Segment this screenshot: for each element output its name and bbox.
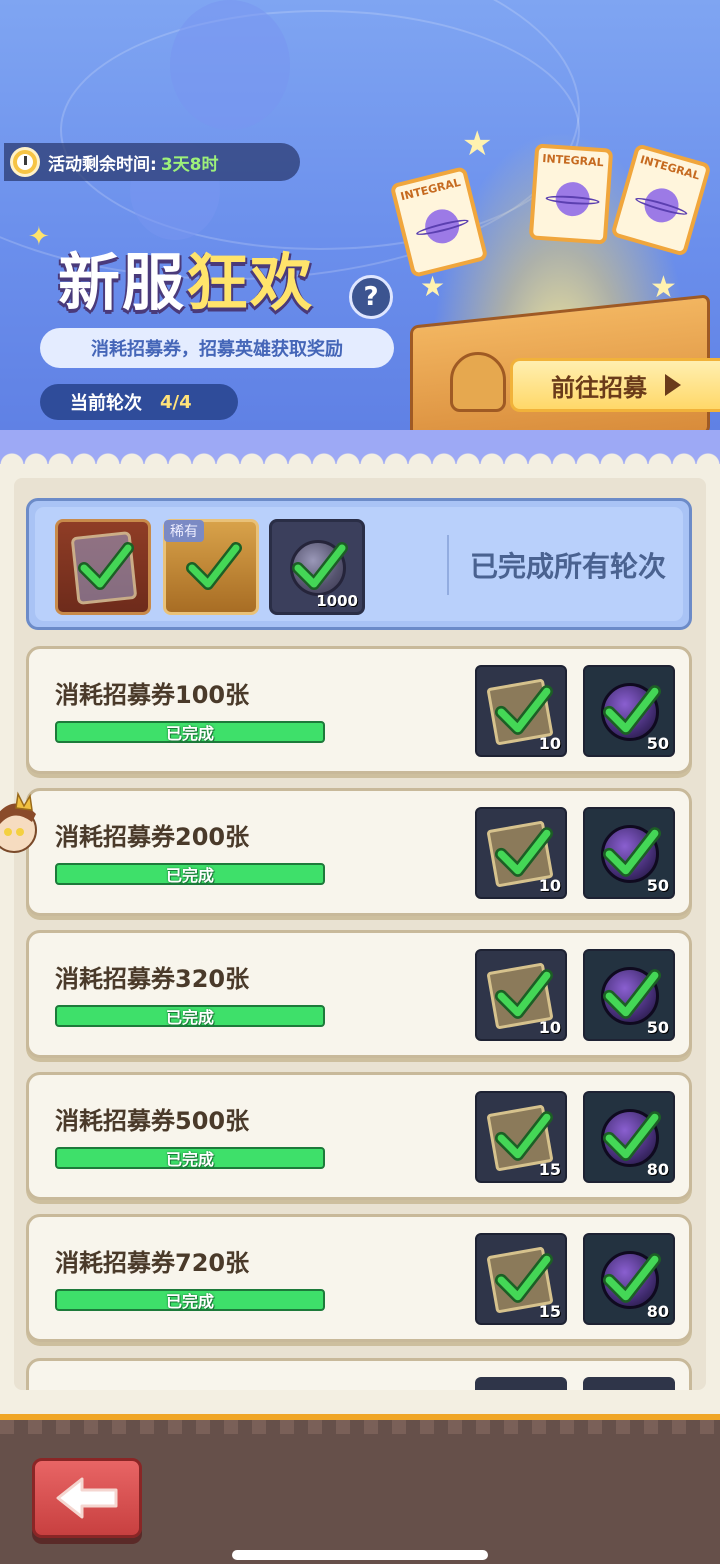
ticket-tag: INTEGRAL [399,175,462,204]
home-indicator[interactable] [232,1550,488,1560]
task-progress-bar: 已完成 [55,721,325,743]
coin-reward[interactable]: 1000 [269,519,365,615]
task-name: 消耗招募券320张 [55,965,250,993]
coin-reward[interactable]: 50 [583,949,675,1041]
coin-reward-count: 80 [646,1160,669,1179]
timer-label: 活动剩余时间: [48,154,157,175]
task-card-partial [26,1358,692,1390]
check-icon [495,685,553,735]
task-card: 消耗招募券200张已完成 10 50 [26,788,692,916]
event-subtitle: 消耗招募券，招募英雄获取奖励 [40,328,394,368]
balloon-decoration [170,0,290,130]
scallop-divider [0,430,720,465]
ticket-reward[interactable]: 10 [475,665,567,757]
task-progress-bar: 已完成 [55,1005,325,1027]
coin-reward[interactable]: 80 [583,1091,675,1183]
task-card: 消耗招募券100张已完成 10 50 [26,646,692,774]
ticket-tag: INTEGRAL [638,153,702,183]
goto-recruit-label: 前往招募 [551,373,647,402]
check-icon [603,827,661,877]
back-arrow-icon [56,1477,118,1519]
clock-icon [10,147,40,177]
check-icon [78,542,134,590]
round-summary-card: 稀有 1000 已完成所有轮次 [26,498,692,630]
play-triangle-icon [665,374,681,396]
task-card: 消耗招募券320张已完成 10 50 [26,930,692,1058]
task-panel[interactable]: 稀有 1000 已完成所有轮次 消耗招募券100张 已完成 10 50 消耗招募券200… [14,478,706,1390]
task-card: 消耗招募券500张已完成 15 80 [26,1072,692,1200]
coin-reward[interactable]: 80 [583,1233,675,1325]
help-icon[interactable]: ? [349,275,393,319]
ticket-reward-count: 10 [538,876,561,895]
star-icon: ★ [462,124,493,164]
bottom-bar [0,1414,720,1564]
event-timer: 活动剩余时间: 3天8时 [4,143,300,181]
goto-recruit-button[interactable]: 前往招募 [510,358,720,412]
event-title-part1: 新服 [58,246,187,319]
assistant-avatar[interactable] [0,786,44,864]
ticket-reward[interactable]: 15 [475,1233,567,1325]
check-icon [603,685,661,735]
round-label: 当前轮次 [70,393,142,414]
back-button[interactable] [32,1458,142,1538]
sparkle-icon: ✦ [28,222,50,252]
task-progress-bar: 已完成 [55,1289,325,1311]
check-icon [495,827,553,877]
ticket-reward[interactable]: 15 [475,1091,567,1183]
check-icon [603,1111,661,1161]
check-icon [603,1253,661,1303]
round-value: 4/4 [160,391,192,413]
coin-reward-count: 50 [646,734,669,753]
ticket-tag: INTEGRAL [541,151,605,170]
ticket-reward[interactable]: 10 [475,807,567,899]
ticket-reward-count: 15 [538,1160,561,1179]
check-icon [495,969,553,1019]
coin-reward-count: 80 [646,1302,669,1321]
integral-ticket-icon: INTEGRAL [528,143,614,245]
event-banner: 活动剩余时间: 3天8时 ✦ 新服狂欢 ? 消耗招募券，招募英雄获取奖励 当前轮… [0,0,720,440]
coin-reward-count: 50 [646,1018,669,1037]
task-name: 消耗招募券100张 [55,681,250,709]
ticket-reward[interactable]: 10 [475,949,567,1041]
reward-slot [583,1377,675,1390]
ticket-reward-count: 10 [538,734,561,753]
check-icon [495,1111,553,1161]
event-title-part2: 狂欢 [186,246,315,319]
check-icon [186,542,242,590]
task-progress-bar: 已完成 [55,863,325,885]
event-title: 新服狂欢 [58,232,314,322]
reward-slot [475,1377,567,1390]
ticket-reward-count: 10 [538,1018,561,1037]
all-rounds-complete-label: 已完成所有轮次 [447,535,687,595]
coin-count: 1000 [316,592,358,610]
task-name: 消耗招募券200张 [55,823,250,851]
coin-reward[interactable]: 50 [583,665,675,757]
ticket-reward-count: 15 [538,1302,561,1321]
coin-reward-count: 50 [646,876,669,895]
task-name: 消耗招募券720张 [55,1249,250,1277]
coin-reward[interactable]: 50 [583,807,675,899]
current-round: 当前轮次 4/4 [40,384,238,420]
heart-lock-icon [450,352,506,412]
check-icon [603,969,661,1019]
task-card: 消耗招募券720张已完成 15 80 [26,1214,692,1342]
check-icon [292,542,348,590]
timer-value: 3天8时 [160,154,219,175]
task-name: 消耗招募券500张 [55,1107,250,1135]
task-progress-bar: 已完成 [55,1147,325,1169]
hero-card-reward[interactable] [55,519,151,615]
check-icon [495,1253,553,1303]
rare-chest-reward[interactable]: 稀有 [163,519,259,615]
